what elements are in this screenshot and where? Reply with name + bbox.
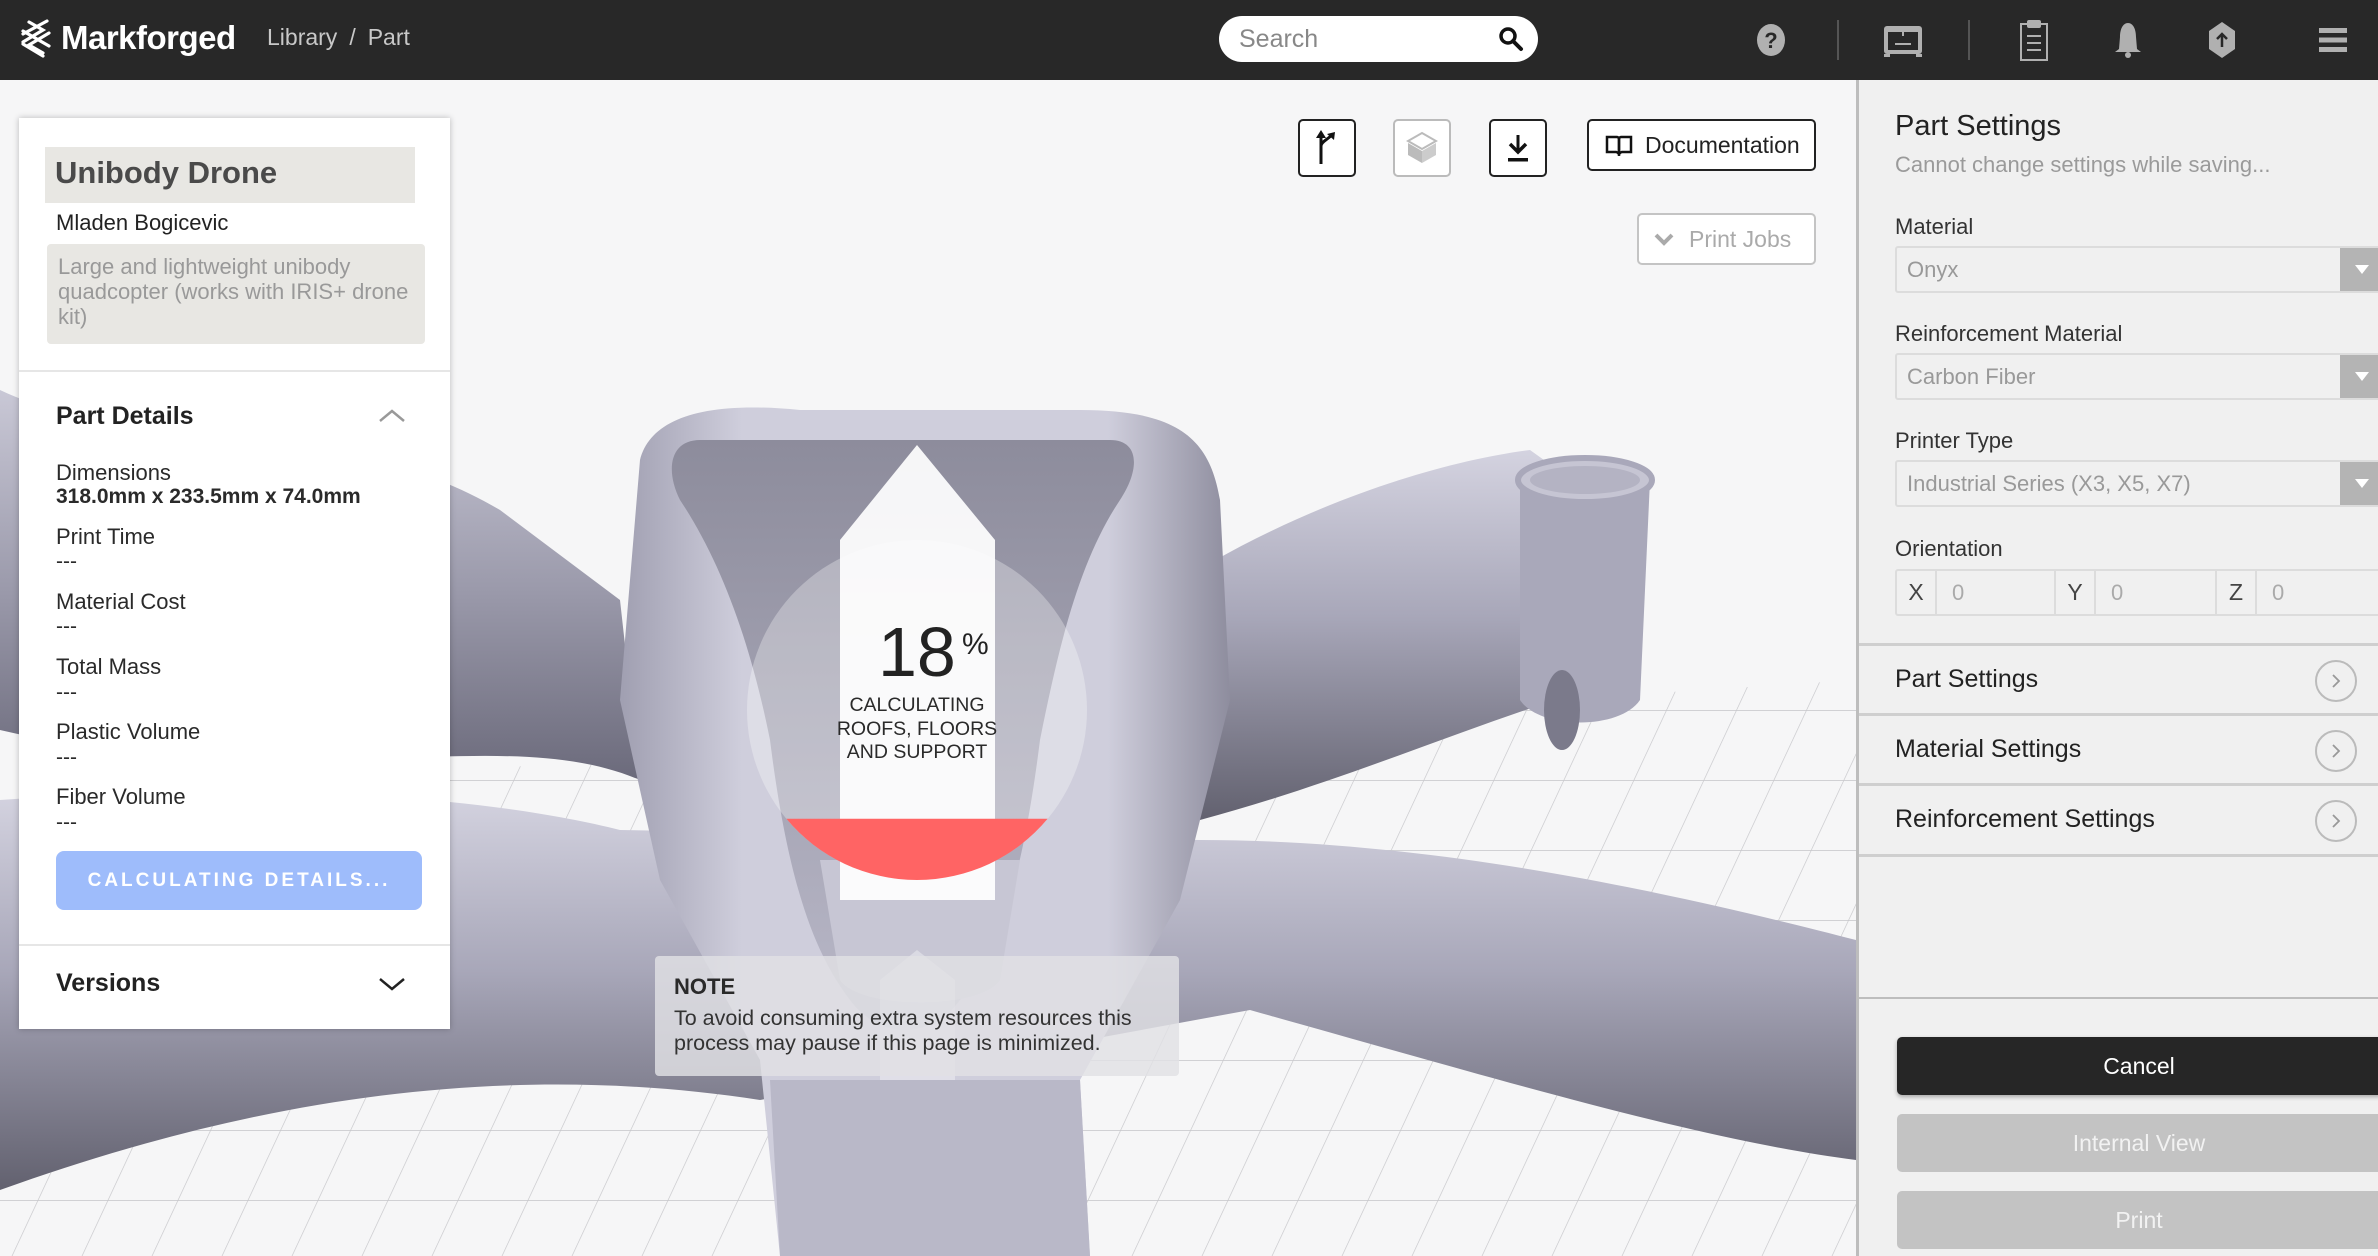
- progress-percent: 18: [878, 613, 956, 691]
- detail-label: Plastic Volume: [56, 719, 201, 744]
- versions-header[interactable]: Versions: [56, 969, 160, 998]
- material-value: Onyx: [1907, 257, 1959, 282]
- part-description[interactable]: Large and lightweight unibody quadcopter…: [47, 244, 425, 344]
- chevron-right-icon: [2315, 660, 2357, 702]
- print-button[interactable]: Print: [1897, 1191, 2378, 1249]
- branch-button[interactable]: [1298, 119, 1356, 177]
- header-divider: [1968, 20, 1970, 60]
- material-select[interactable]: Onyx: [1895, 246, 2378, 293]
- chevron-down-icon[interactable]: [378, 976, 406, 992]
- note-body: To avoid consuming extra system resource…: [674, 1006, 1132, 1055]
- detail-label: Fiber Volume: [56, 784, 186, 809]
- detail-label: Print Time: [56, 524, 156, 549]
- header-divider: [1837, 20, 1839, 60]
- download-icon: [1508, 135, 1528, 162]
- accordion-part-settings[interactable]: Part Settings: [1859, 643, 2378, 713]
- print-jobs-button[interactable]: Print Jobs: [1637, 213, 1816, 265]
- calculating-details-button[interactable]: CALCULATING DETAILS...: [56, 851, 422, 910]
- branch-icon: [1316, 130, 1335, 164]
- accordion-label: Part Settings: [1895, 665, 2039, 693]
- chevron-down-icon: [1654, 233, 1674, 246]
- progress-status: CALCULATING ROOFS, FLOORS AND SUPPORT: [836, 694, 998, 763]
- note-box: NOTE To avoid consuming extra system res…: [655, 956, 1179, 1076]
- reinforcement-label: Reinforcement Material: [1895, 321, 2123, 346]
- part-settings-panel: Part Settings Cannot change settings whi…: [1856, 80, 2378, 1256]
- accordion-label: Reinforcement Settings: [1895, 805, 2155, 833]
- breadcrumb-part: Part: [367, 24, 410, 50]
- orientation-y-input[interactable]: 0: [2096, 571, 2217, 614]
- markforged-logo[interactable]: Markforged: [17, 17, 236, 59]
- chevron-right-icon: [2315, 730, 2357, 772]
- accordion-label: Material Settings: [1895, 735, 2082, 763]
- detail-value: 318.0mm x 233.5mm x 74.0mm: [56, 485, 361, 508]
- documentation-label: Documentation: [1645, 131, 1800, 158]
- svg-text:?: ?: [1764, 28, 1777, 53]
- progress-percent-sign: %: [962, 628, 989, 661]
- chevron-right-icon: [2315, 800, 2357, 842]
- orientation-y-label: Y: [2056, 571, 2096, 614]
- detail-label: Total Mass: [56, 654, 162, 679]
- printer-type-label: Printer Type: [1895, 428, 2014, 453]
- divider: [19, 370, 450, 372]
- orientation-x-input[interactable]: 0: [1937, 571, 2056, 614]
- cube-icon: [1406, 131, 1438, 163]
- orientation-x-label: X: [1897, 571, 1937, 614]
- search-icon[interactable]: [1498, 26, 1524, 57]
- documentation-button[interactable]: Documentation: [1587, 119, 1816, 171]
- part-author: Mladen Bogicevic: [56, 210, 229, 235]
- part-info-panel: Unibody Drone Mladen Bogicevic Large and…: [19, 118, 450, 1029]
- view-cube-button[interactable]: [1393, 119, 1451, 177]
- orientation-z-label: Z: [2217, 571, 2257, 614]
- accordion-material-settings[interactable]: Material Settings: [1859, 713, 2378, 783]
- dropdown-arrow-icon: [2340, 248, 2378, 291]
- detail-label: Dimensions: [56, 460, 171, 485]
- chevron-up-icon[interactable]: [378, 408, 406, 424]
- print-jobs-label: Print Jobs: [1689, 225, 1792, 252]
- printer-type-select[interactable]: Industrial Series (X3, X5, X7): [1895, 460, 2378, 507]
- markforged-logo-icon: [21, 19, 51, 58]
- internal-view-button[interactable]: Internal View: [1897, 1114, 2378, 1172]
- printer-icon[interactable]: [1881, 18, 1925, 62]
- cancel-button[interactable]: Cancel: [1897, 1037, 2378, 1095]
- settings-title: Part Settings: [1895, 110, 2062, 142]
- clipboard-icon[interactable]: [2012, 18, 2056, 62]
- detail-value: ---: [56, 615, 77, 638]
- material-label: Material: [1895, 214, 1974, 239]
- divider: [1859, 997, 2378, 999]
- dropdown-arrow-icon: [2340, 462, 2378, 505]
- divider: [19, 944, 450, 946]
- settings-subtitle: Cannot change settings while saving...: [1895, 152, 2271, 177]
- detail-value: ---: [56, 550, 77, 573]
- accordion-reinforcement-settings[interactable]: Reinforcement Settings: [1859, 783, 2378, 857]
- part-details-header[interactable]: Part Details: [56, 402, 194, 431]
- reinforcement-value: Carbon Fiber: [1907, 364, 2036, 389]
- orientation-z-input[interactable]: 0: [2257, 571, 2378, 614]
- detail-label: Material Cost: [56, 589, 186, 614]
- breadcrumb-library[interactable]: Library: [267, 24, 337, 51]
- download-button[interactable]: [1489, 119, 1547, 177]
- orientation-inputs: X 0 Y 0 Z 0: [1895, 569, 2378, 616]
- dropdown-arrow-icon: [2340, 355, 2378, 398]
- top-nav-bar: Markforged Library / Part ?: [0, 0, 2378, 80]
- detail-value: ---: [56, 681, 77, 704]
- reinforcement-select[interactable]: Carbon Fiber: [1895, 353, 2378, 400]
- detail-value: ---: [56, 746, 77, 769]
- search-input[interactable]: [1239, 24, 1479, 54]
- search-box: [1219, 16, 1538, 62]
- detail-value: ---: [56, 811, 77, 834]
- note-title: NOTE: [674, 974, 736, 999]
- help-icon[interactable]: ?: [1749, 18, 1793, 62]
- brand-name: Markforged: [61, 19, 236, 56]
- orientation-label: Orientation: [1895, 536, 2003, 561]
- breadcrumb-separator: /: [349, 24, 356, 50]
- upload-icon[interactable]: [2200, 18, 2244, 62]
- breadcrumb: Library / Part: [267, 24, 410, 51]
- bell-icon[interactable]: [2106, 18, 2150, 62]
- printer-type-value: Industrial Series (X3, X5, X7): [1907, 471, 2191, 496]
- menu-icon[interactable]: [2311, 18, 2355, 62]
- part-title[interactable]: Unibody Drone: [45, 147, 415, 203]
- book-icon: [1605, 135, 1633, 156]
